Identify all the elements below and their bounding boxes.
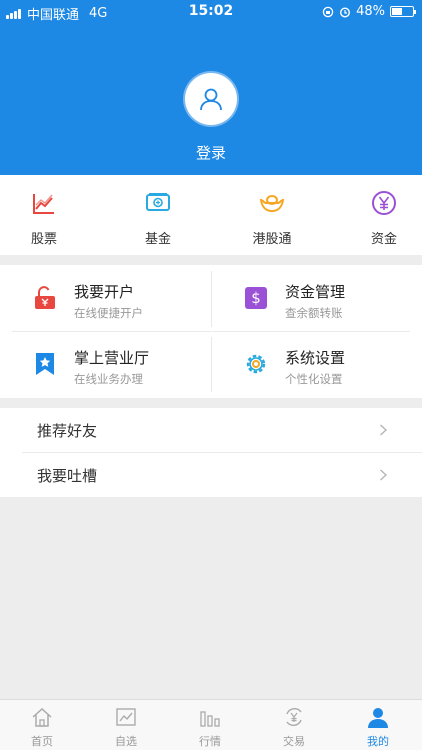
grid-item-title: 我要开户: [74, 283, 135, 301]
quick-item-capital[interactable]: 资金: [349, 175, 419, 255]
quick-item-label: 股票: [30, 232, 57, 247]
tab-profile[interactable]: 我的: [336, 700, 420, 750]
gear-icon: [246, 354, 266, 374]
chevron-right-icon: [380, 424, 388, 436]
grid-item-system-settings[interactable]: 系统设置 个性化设置: [211, 331, 422, 397]
grid-item-title: 掌上营业厅: [74, 349, 150, 367]
quick-item-fund[interactable]: 基金: [123, 175, 193, 255]
service-grid: 我要开户 在线便捷开户 $ 资金管理 查余额转账 掌上营业厅 在线业务办理 系统…: [0, 265, 422, 398]
market-bars-icon: [200, 711, 220, 727]
tab-home[interactable]: 首页: [0, 700, 84, 750]
profile-icon: [368, 708, 388, 728]
list-item-recommend-friend[interactable]: 推荐好友: [0, 408, 422, 452]
rotation-lock-icon: [322, 6, 334, 17]
open-account-lock-icon: [35, 286, 55, 309]
yen-coin-icon: [372, 191, 396, 215]
home-icon: [32, 707, 52, 727]
status-bar: 中国联通 4G 15:02 48%: [0, 0, 422, 23]
chevron-right-icon: [380, 469, 388, 481]
tab-label: 我的: [367, 735, 389, 748]
tab-market[interactable]: 行情: [168, 700, 252, 750]
tab-bar: 首页 自选 行情 交易 我的: [0, 699, 422, 750]
grid-item-subtitle: 在线便捷开户: [74, 306, 143, 320]
battery-percent: 48%: [356, 4, 385, 19]
grid-item-open-account[interactable]: 我要开户 在线便捷开户: [0, 265, 211, 331]
svg-text:$: $: [251, 289, 261, 307]
list-item-label: 我要吐槽: [37, 467, 98, 485]
tab-trade[interactable]: 交易: [252, 700, 336, 750]
grid-item-mobile-hall[interactable]: 掌上营业厅 在线业务办理: [0, 331, 211, 397]
user-avatar[interactable]: [185, 73, 237, 125]
login-link[interactable]: 登录: [0, 142, 422, 163]
dollar-square-icon: $: [245, 287, 267, 309]
battery-icon: [390, 6, 416, 17]
quick-item-stock[interactable]: 股票: [9, 175, 79, 255]
quick-item-label: 资金: [370, 232, 397, 247]
quick-item-label: 港股通: [252, 232, 292, 247]
grid-item-title: 系统设置: [285, 349, 346, 367]
quick-item-hk-connect[interactable]: 港股通: [237, 175, 307, 255]
hk-ingot-icon: [259, 195, 285, 213]
tab-watchlist[interactable]: 自选: [84, 700, 168, 750]
fund-cash-icon: [146, 193, 170, 211]
quick-item-label: 基金: [144, 232, 171, 247]
alarm-icon: [340, 6, 351, 18]
stock-chart-icon: [33, 194, 54, 214]
grid-item-subtitle: 在线业务办理: [74, 372, 143, 386]
grid-item-subtitle: 查余额转账: [285, 306, 343, 320]
star-bookmark-icon: [36, 353, 54, 375]
quick-entry-bar: 股票 基金 港股通 资金: [0, 175, 422, 255]
profile-header: 中国联通 4G 15:02 48% 登录: [0, 0, 422, 175]
grid-item-fund-management[interactable]: $ 资金管理 查余额转账: [211, 265, 422, 331]
grid-item-title: 资金管理: [285, 283, 346, 301]
tab-label: 交易: [283, 735, 305, 748]
grid-divider-gap: [211, 327, 212, 337]
tab-label: 行情: [199, 735, 221, 748]
list-item-label: 推荐好友: [37, 422, 98, 440]
trade-yen-icon: [286, 708, 302, 726]
user-outline-icon: [200, 88, 222, 111]
list-item-feedback[interactable]: 我要吐槽: [0, 453, 422, 497]
watchlist-icon: [116, 708, 136, 726]
tab-label: 自选: [115, 735, 137, 748]
tab-label: 首页: [31, 735, 53, 748]
grid-item-subtitle: 个性化设置: [285, 372, 343, 386]
settings-list: 推荐好友 我要吐槽: [0, 408, 422, 497]
